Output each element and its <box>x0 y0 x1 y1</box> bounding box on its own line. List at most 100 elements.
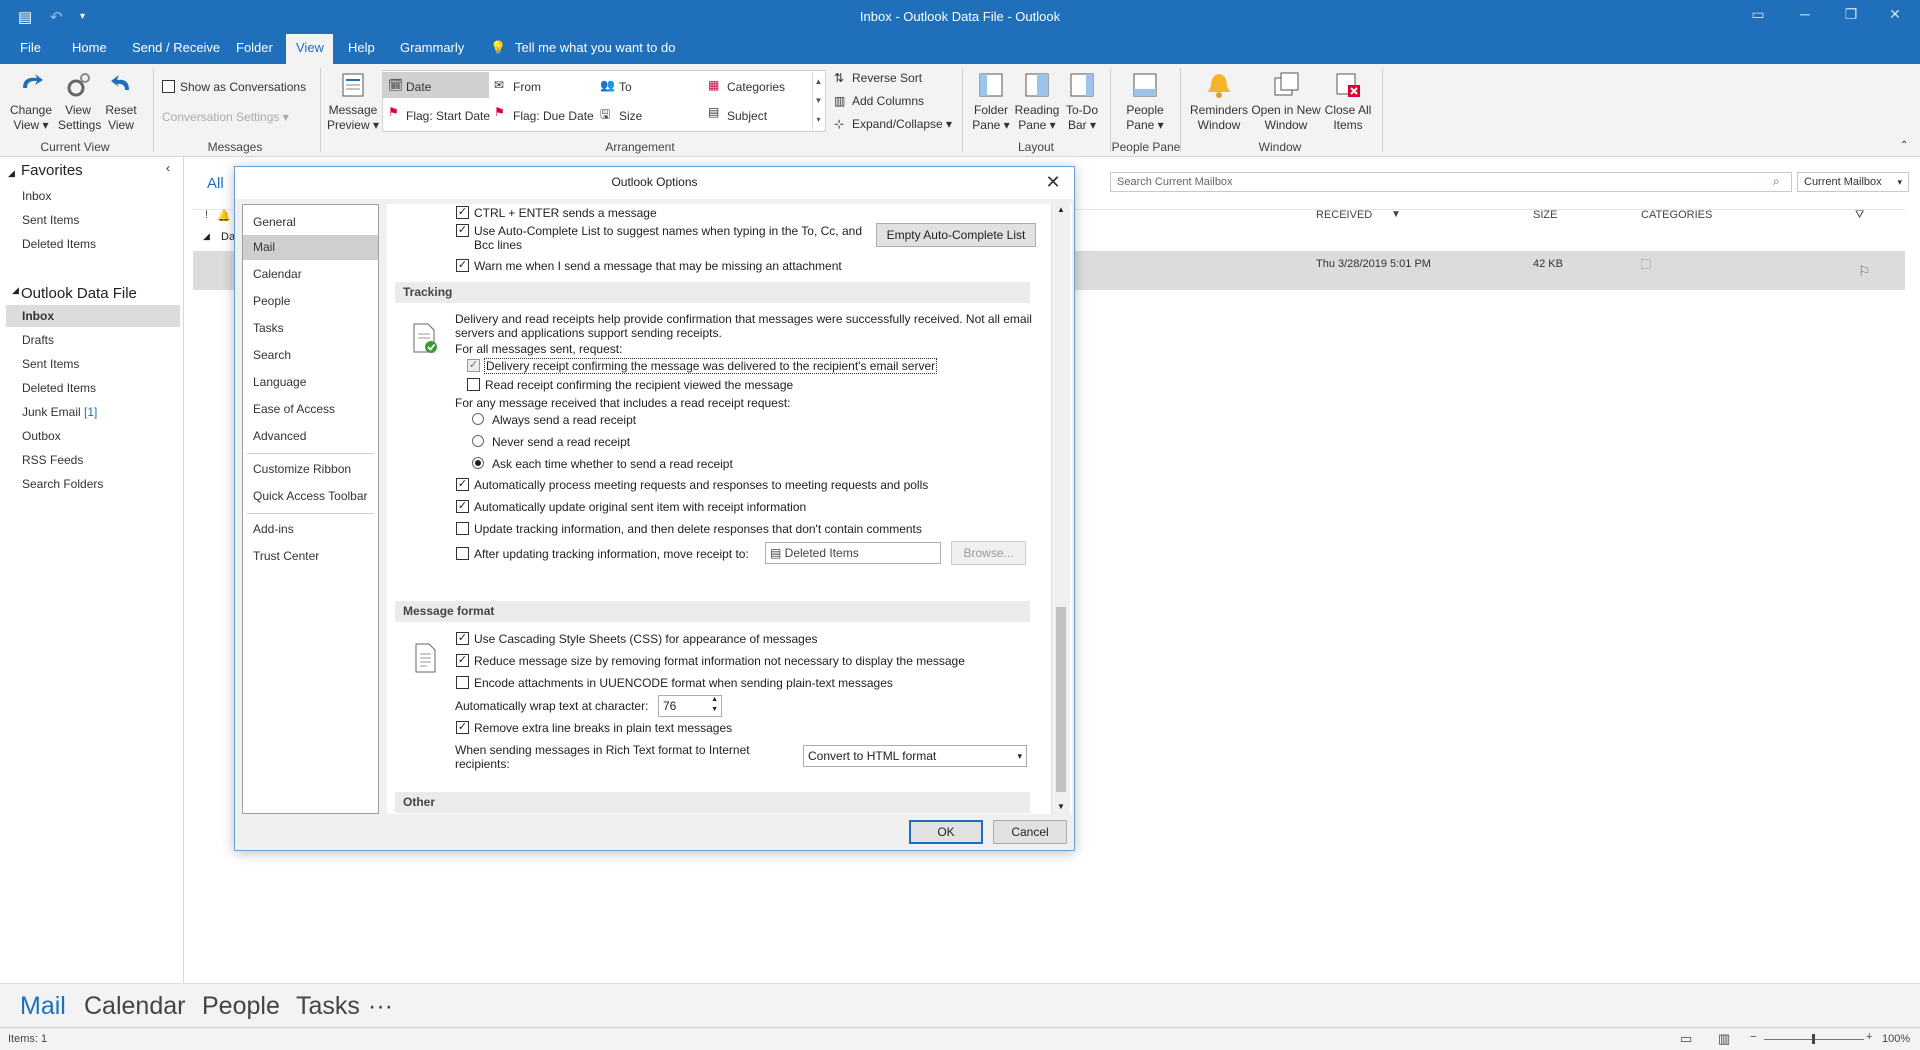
search-icon[interactable]: ⌕ <box>1773 174 1780 189</box>
reset-view-button[interactable]: Reset View <box>100 70 142 133</box>
col-size[interactable]: SIZE <box>1533 209 1557 221</box>
folder-outbox[interactable]: Outbox <box>22 425 61 447</box>
wrap-stepper[interactable]: 76 ▲ ▼ <box>658 695 722 717</box>
reading-view-icon[interactable]: ▥ <box>1718 1031 1730 1047</box>
flag-icon[interactable]: ⚐ <box>1858 263 1871 280</box>
folder-pane-button[interactable]: Folder Pane ▾ <box>968 70 1014 133</box>
reduce-size-checkbox[interactable]: ✓ <box>456 654 469 667</box>
remove-breaks-checkbox[interactable]: ✓ <box>456 721 469 734</box>
add-columns-button[interactable]: Add Columns <box>852 94 924 108</box>
delivery-receipt-checkbox[interactable]: ✓ <box>467 359 480 372</box>
arrange-from[interactable]: From <box>513 80 541 94</box>
minimize-pane-icon[interactable]: ‹ <box>166 161 170 175</box>
scrollbar-thumb[interactable] <box>1056 607 1066 792</box>
message-preview-button[interactable]: Message Preview ▾ <box>326 70 380 133</box>
tab-home[interactable]: Home <box>62 34 117 64</box>
tab-view[interactable]: View <box>286 34 333 64</box>
cancel-button[interactable]: Cancel <box>993 820 1067 844</box>
auto-update-checkbox[interactable]: ✓ <box>456 500 469 513</box>
col-categories[interactable]: CATEGORIES <box>1641 209 1712 221</box>
col-received[interactable]: RECEIVED <box>1316 209 1372 221</box>
reminder-col-icon[interactable]: 🔔 <box>217 209 231 222</box>
cat-customize-ribbon[interactable]: Customize Ribbon <box>243 457 378 482</box>
sort-desc-icon[interactable]: ▼ <box>1391 209 1401 220</box>
ribbon-display-options-icon[interactable]: ▭ <box>1743 6 1773 23</box>
folder-rss-feeds[interactable]: RSS Feeds <box>22 449 83 471</box>
arrange-size[interactable]: Size <box>619 109 642 123</box>
scroll-down-icon[interactable]: ▼ <box>1057 802 1065 811</box>
normal-view-icon[interactable]: ▭ <box>1680 1031 1692 1047</box>
arrange-date[interactable]: Date <box>406 80 431 94</box>
never-send-radio[interactable] <box>472 435 484 447</box>
folder-deleted-items[interactable]: Deleted Items <box>22 377 96 399</box>
arrange-categories[interactable]: Categories <box>727 80 785 94</box>
update-delete-checkbox[interactable] <box>456 522 469 535</box>
browse-button[interactable]: Browse... <box>951 541 1026 565</box>
folder-junk-email[interactable]: Junk Email [1] <box>22 401 97 423</box>
zoom-out-icon[interactable]: − <box>1750 1031 1756 1043</box>
search-input[interactable]: Search Current Mailbox <box>1110 172 1792 192</box>
importance-icon[interactable]: ! <box>205 209 208 221</box>
show-conversations-checkbox[interactable] <box>162 80 175 93</box>
cat-tasks[interactable]: Tasks <box>243 316 378 341</box>
search-scope-dropdown[interactable]: Current Mailbox ▾ <box>1797 172 1909 192</box>
arrange-subject[interactable]: Subject <box>727 109 767 123</box>
category-box[interactable] <box>1641 259 1651 269</box>
cat-add-ins[interactable]: Add-ins <box>243 517 378 542</box>
group-collapse-icon[interactable]: ◢ <box>203 231 210 242</box>
fav-inbox[interactable]: Inbox <box>22 185 51 207</box>
cat-mail[interactable]: Mail <box>243 235 378 260</box>
reminders-window-button[interactable]: Reminders Window <box>1188 70 1250 133</box>
cat-calendar[interactable]: Calendar <box>243 262 378 287</box>
open-new-window-button[interactable]: Open in New Window <box>1250 70 1322 133</box>
cat-quick-access-toolbar[interactable]: Quick Access Toolbar <box>243 484 378 509</box>
zoom-slider-thumb[interactable] <box>1812 1034 1815 1044</box>
cat-advanced[interactable]: Advanced <box>243 424 378 449</box>
restore-icon[interactable]: ❐ <box>1836 6 1866 23</box>
folder-drafts[interactable]: Drafts <box>22 329 54 351</box>
nav-tasks[interactable]: Tasks <box>296 992 360 1021</box>
auto-process-checkbox[interactable]: ✓ <box>456 478 469 491</box>
filter-all[interactable]: All <box>207 175 224 192</box>
collapse-ribbon-icon[interactable]: ⌃ <box>1900 140 1908 151</box>
css-checkbox[interactable]: ✓ <box>456 632 469 645</box>
cat-people[interactable]: People <box>243 289 378 314</box>
zoom-level[interactable]: 100% <box>1882 1033 1910 1045</box>
change-view-button[interactable]: Change View ▾ <box>6 70 56 133</box>
close-icon[interactable]: ✕ <box>1880 6 1910 23</box>
close-icon[interactable]: ✕ <box>1040 169 1066 195</box>
always-send-radio[interactable] <box>472 413 484 425</box>
ctrl-enter-checkbox[interactable]: ✓ <box>456 206 469 219</box>
datafile-header[interactable]: Outlook Data File <box>21 285 137 302</box>
view-settings-button[interactable]: View Settings <box>58 70 101 133</box>
tab-send-receive[interactable]: Send / Receive <box>122 34 230 64</box>
options-scrollbar[interactable]: ▲ ▼ <box>1051 204 1070 814</box>
tell-me-box[interactable]: Tell me what you want to do <box>505 34 685 64</box>
ok-button[interactable]: OK <box>909 820 983 844</box>
conversation-settings-button[interactable]: Conversation Settings ▾ <box>162 110 289 124</box>
collapse-icon[interactable]: ◢ <box>12 285 19 296</box>
folder-search-folders[interactable]: Search Folders <box>22 473 103 495</box>
close-all-items-button[interactable]: Close All Items <box>1322 70 1374 133</box>
reverse-sort-button[interactable]: Reverse Sort <box>852 71 922 85</box>
autocomplete-checkbox[interactable]: ✓ <box>456 224 469 237</box>
minimize-icon[interactable]: ─ <box>1790 6 1820 22</box>
folder-sent-items[interactable]: Sent Items <box>22 353 79 375</box>
nav-calendar[interactable]: Calendar <box>84 992 185 1021</box>
empty-autocomplete-button[interactable]: Empty Auto-Complete List <box>876 223 1036 247</box>
warn-attachment-checkbox[interactable]: ✓ <box>456 259 469 272</box>
fav-sent-items[interactable]: Sent Items <box>22 209 79 231</box>
rich-text-select[interactable]: Convert to HTML format ▾ <box>803 745 1027 767</box>
nav-mail[interactable]: Mail <box>20 992 66 1021</box>
nav-more-icon[interactable]: ··· <box>368 992 393 1021</box>
folder-inbox[interactable]: Inbox <box>6 305 180 327</box>
arrange-flag-due[interactable]: Flag: Due Date <box>513 109 594 123</box>
arrange-flag-start[interactable]: Flag: Start Date <box>406 109 490 123</box>
cat-trust-center[interactable]: Trust Center <box>243 544 378 569</box>
scroll-up-icon[interactable]: ▲ <box>1057 205 1065 214</box>
fav-deleted-items[interactable]: Deleted Items <box>22 233 96 255</box>
uuencode-checkbox[interactable] <box>456 676 469 689</box>
filter-icon[interactable]: ⛛ <box>1855 209 1864 222</box>
cat-search[interactable]: Search <box>243 343 378 368</box>
collapse-icon[interactable]: ◢ <box>8 168 15 179</box>
